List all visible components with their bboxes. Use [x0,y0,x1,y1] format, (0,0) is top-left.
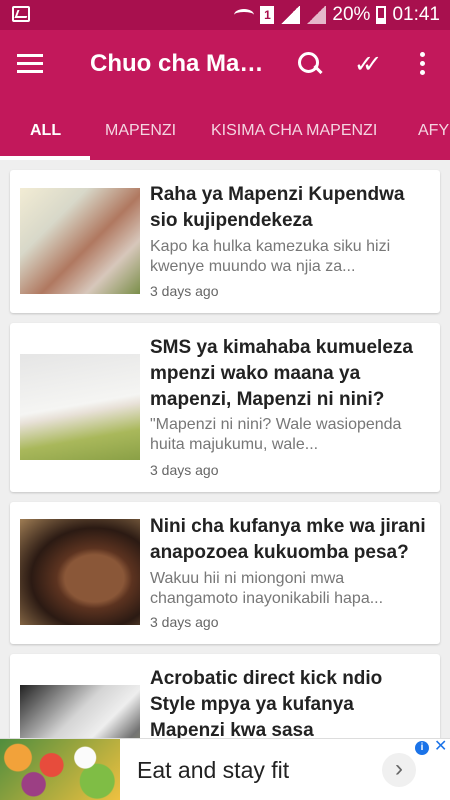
article-excerpt: Kapo ka hulka kamezuka siku hizi kwenye … [150,238,391,275]
ad-image [0,739,120,800]
ad-text: Eat and stay fit [137,757,290,783]
article-card[interactable]: Raha ya Mapenzi Kupendwa sio kujipendeke… [10,170,440,313]
info-icon[interactable]: i [415,741,429,755]
sim-icon: 1 [260,6,275,24]
article-time: 3 days ago [150,462,219,478]
app-title: Chuo cha Mapenzi [90,50,275,77]
tab-mapenzi[interactable]: MAPENZI [105,122,176,140]
article-time: 3 days ago [150,614,219,630]
status-bar: 1 20% 01:41 [0,0,450,30]
close-icon[interactable]: ✕ [434,738,447,756]
category-tabs: ALL MAPENZI KISIMA CHA MAPENZI AFY [0,102,450,160]
hamburger-menu-icon[interactable] [17,54,43,74]
app-bar: Chuo cha Mapenzi ✓✓ [0,30,450,102]
ad-banner[interactable]: Eat and stay fit › i ✕ [0,738,450,800]
article-thumbnail [20,354,140,460]
search-icon[interactable] [298,52,324,78]
tab-indicator [0,156,90,160]
status-icons: 1 20% 01:41 [234,3,440,27]
vertical-dots-icon[interactable] [419,52,427,78]
clock: 01:41 [392,4,440,25]
wifi-icon [234,9,255,21]
article-title: Acrobatic direct kick ndio Style mpya ya… [150,668,383,741]
article-title: Nini cha kufanya mke wa jirani anapozoea… [150,516,426,563]
article-card[interactable]: SMS ya kimahaba kumueleza mpenzi wako ma… [10,323,440,492]
article-title: SMS ya kimahaba kumueleza mpenzi wako ma… [150,337,413,410]
tab-all[interactable]: ALL [30,122,61,140]
article-thumbnail [20,519,140,625]
article-thumbnail [20,188,140,294]
article-excerpt: "Mapenzi ni nini? Wale wasiopenda huita … [150,416,402,453]
chevron-right-icon[interactable]: › [382,753,416,787]
signal-icon [306,6,327,24]
article-excerpt: Wakuu hii ni miongoni mwa changamoto ina… [150,570,384,607]
signal-icon [280,6,301,24]
article-title: Raha ya Mapenzi Kupendwa sio kujipendeke… [150,184,405,231]
article-card[interactable]: Nini cha kufanya mke wa jirani anapozoea… [10,502,440,644]
article-time: 3 days ago [150,283,219,299]
gallery-notification-icon [12,6,30,22]
battery-percent: 20% [332,4,371,25]
tab-afya[interactable]: AFY [418,122,449,140]
tab-kisima-cha-mapenzi[interactable]: KISIMA CHA MAPENZI [211,122,377,140]
battery-icon [376,6,387,24]
double-check-icon[interactable]: ✓✓ [354,52,386,78]
